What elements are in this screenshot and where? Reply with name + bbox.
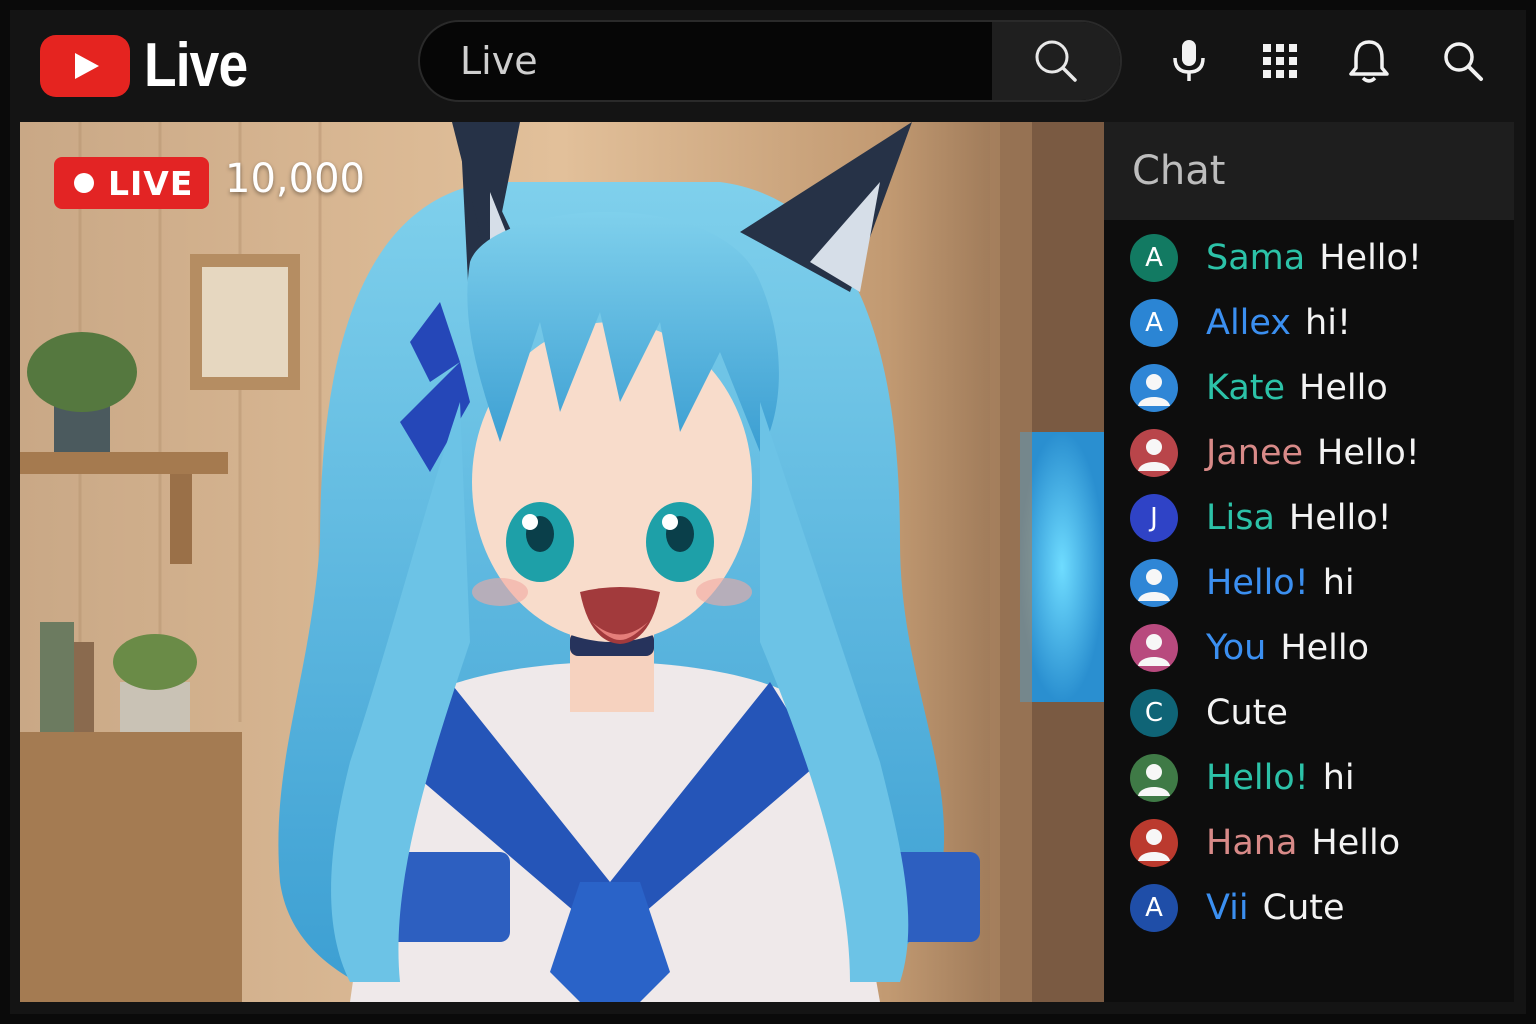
chat-username[interactable]: You (1206, 628, 1266, 668)
search-toggle-button[interactable] (1440, 38, 1486, 84)
chat-message: Kate Hello (1130, 363, 1388, 413)
notifications-button[interactable] (1346, 38, 1392, 84)
avatar[interactable]: C (1130, 689, 1178, 737)
chat-message: J Lisa Hello! (1130, 493, 1392, 543)
chat-message-text: Hello (1280, 628, 1370, 668)
chat-message-text: Hello! (1317, 433, 1420, 473)
search-input[interactable] (420, 22, 994, 100)
mic-icon (1173, 40, 1205, 81)
chat-message-text: Hello! (1319, 238, 1422, 278)
chat-username[interactable]: Hello! (1206, 563, 1309, 603)
chat-message-text: Hello (1299, 368, 1388, 408)
avatar[interactable] (1130, 624, 1178, 672)
chat-message-text: hi (1322, 563, 1355, 603)
chat-username[interactable]: Hello! (1206, 758, 1309, 798)
chat-message-text: Hello (1311, 823, 1401, 863)
person-icon (1138, 764, 1170, 796)
chat-username[interactable]: Kate (1206, 368, 1285, 408)
chat-title: Chat (1132, 148, 1226, 194)
avatar[interactable]: A (1130, 234, 1178, 282)
avatar[interactable]: J (1130, 494, 1178, 542)
avatar[interactable] (1130, 819, 1178, 867)
chat-message-text: Cute (1262, 888, 1345, 928)
live-label: LIVE (108, 163, 194, 203)
chat-message-text: hi (1322, 758, 1355, 798)
chat-message-text: Hello! (1288, 498, 1392, 538)
chat-message-text: hi! (1305, 303, 1351, 343)
avatar-letter: A (1145, 308, 1163, 338)
chat-message: Hello! hi (1130, 558, 1355, 608)
chat-message: Hello! hi (1130, 753, 1355, 803)
avatar-letter: A (1145, 243, 1163, 273)
viewer-count: 10,000 (225, 156, 365, 202)
chat-message: You Hello (1130, 623, 1369, 673)
chat-message: C Cute (1130, 688, 1288, 738)
avatar-letter: J (1150, 503, 1158, 533)
chat-message: A Sama Hello! (1130, 233, 1422, 283)
chat-message: A Vii Cute (1130, 883, 1345, 933)
chat-username[interactable]: Allex (1206, 303, 1291, 343)
apps-grid-icon (1263, 44, 1297, 78)
logo-text: Live (144, 31, 248, 100)
person-icon (1138, 439, 1170, 471)
chat-username[interactable]: Janee (1206, 433, 1303, 473)
avatar-letter: C (1144, 698, 1164, 728)
avatar[interactable]: A (1130, 884, 1178, 932)
chat-panel: Chat A Sama Hello! A Allex hi! Kate Hello Janee H… (1104, 122, 1514, 1002)
chat-message-text: Cute (1206, 693, 1288, 733)
person-icon (1138, 829, 1170, 861)
search-icon (1444, 42, 1483, 81)
play-logo-icon (40, 34, 130, 97)
person-icon (1138, 634, 1170, 666)
chat-username[interactable]: Hana (1206, 823, 1297, 863)
chat-message: Janee Hello! (1130, 428, 1420, 478)
chat-username[interactable]: Sama (1206, 238, 1305, 278)
avatar[interactable] (1130, 754, 1178, 802)
chat-header: Chat (1104, 122, 1514, 220)
chat-username[interactable]: Lisa (1206, 498, 1275, 538)
chat-username[interactable]: Vii (1206, 888, 1249, 928)
logo[interactable]: Live (40, 30, 264, 101)
live-badge: LIVE (54, 157, 210, 209)
video-player[interactable]: LIVE 10,000 (20, 122, 1104, 1002)
avatar[interactable] (1130, 429, 1178, 477)
avatar-letter: A (1145, 893, 1163, 923)
top-bar: Live (0, 0, 1536, 120)
avatar[interactable] (1130, 559, 1178, 607)
apps-button[interactable] (1257, 38, 1303, 84)
mic-button[interactable] (1166, 38, 1212, 84)
live-dot-icon (74, 173, 94, 193)
person-icon (1138, 374, 1170, 406)
avatar[interactable]: A (1130, 299, 1178, 347)
avatar[interactable] (1130, 364, 1178, 412)
stream-scene-illustration (20, 122, 1104, 1002)
search-bar (418, 20, 1122, 102)
bell-icon (1349, 40, 1389, 83)
chat-message: A Allex hi! (1130, 298, 1351, 348)
search-button[interactable] (992, 22, 1120, 100)
person-icon (1138, 569, 1170, 601)
chat-message: Hana Hello (1130, 818, 1400, 868)
search-icon (1035, 40, 1077, 82)
